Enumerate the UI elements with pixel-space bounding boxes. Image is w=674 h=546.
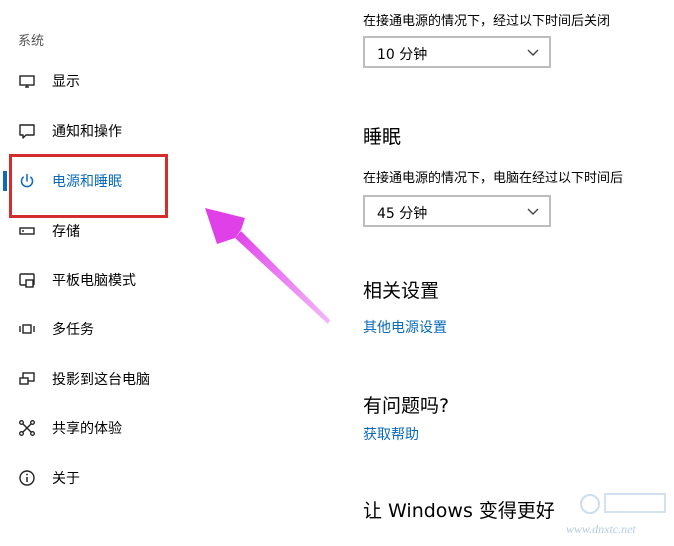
screen-timeout-description: 在接通电源的情况下，经过以下时间后关闭: [363, 14, 611, 29]
sidebar-item-label: 共享的体验: [52, 421, 122, 437]
tablet-mode-icon: [18, 271, 36, 289]
sleep-description: 在接通电源的情况下，电脑在经过以下时间后: [363, 171, 624, 186]
related-settings-title: 相关设置: [363, 280, 440, 302]
sidebar-item-notifications[interactable]: 通知和操作: [0, 110, 300, 150]
dropdown-value: 45 分钟: [377, 206, 428, 222]
additional-power-settings-link[interactable]: 其他电源设置: [363, 317, 447, 337]
sidebar-item-label: 通知和操作: [52, 124, 122, 140]
sidebar-item-label: 显示: [52, 74, 80, 90]
sidebar-item-label: 存储: [52, 224, 80, 240]
notification-icon: [18, 122, 36, 140]
sidebar-item-shared-experiences[interactable]: 共享的体验: [0, 407, 300, 447]
sidebar-item-label: 投影到这台电脑: [52, 372, 150, 388]
sidebar-item-label: 关于: [52, 471, 80, 487]
sidebar-item-project[interactable]: 投影到这台电脑: [0, 358, 300, 398]
info-icon: [18, 469, 36, 487]
sidebar-item-label: 平板电脑模式: [52, 273, 136, 289]
sidebar-item-display[interactable]: 显示: [0, 60, 300, 100]
watermark-url: www.dnxtc.net: [566, 522, 636, 536]
screen-timeout-dropdown[interactable]: 10 分钟: [363, 36, 551, 68]
sidebar-item-about[interactable]: 关于: [0, 457, 300, 497]
settings-window: 系统 显示 通知和操作 电源和睡眠 存储 平板电脑模式 多任务 投影到这台电脑 …: [0, 0, 674, 546]
improve-windows-title: 让 Windows 变得更好: [363, 500, 555, 522]
storage-icon: [18, 222, 36, 240]
sidebar-item-label: 多任务: [52, 322, 94, 338]
sleep-timeout-dropdown[interactable]: 45 分钟: [363, 195, 551, 227]
shared-experiences-icon: [18, 419, 36, 437]
main-content: 在接通电源的情况下，经过以下时间后关闭 10 分钟 睡眠 在接通电源的情况下，电…: [363, 0, 674, 546]
project-icon: [18, 370, 36, 388]
sleep-section-title: 睡眠: [363, 126, 402, 148]
multitasking-icon: [18, 320, 36, 338]
monitor-icon: [18, 72, 36, 90]
chevron-down-icon: [527, 49, 539, 56]
highlight-annotation-box: [9, 154, 168, 218]
dropdown-value: 10 分钟: [377, 47, 428, 63]
questions-title: 有问题吗?: [363, 395, 450, 417]
selection-indicator: [3, 171, 7, 191]
chevron-down-icon: [527, 208, 539, 215]
get-help-link[interactable]: 获取帮助: [363, 424, 419, 444]
arrow-annotation-icon: [205, 208, 330, 324]
sidebar-heading: 系统: [18, 34, 45, 49]
